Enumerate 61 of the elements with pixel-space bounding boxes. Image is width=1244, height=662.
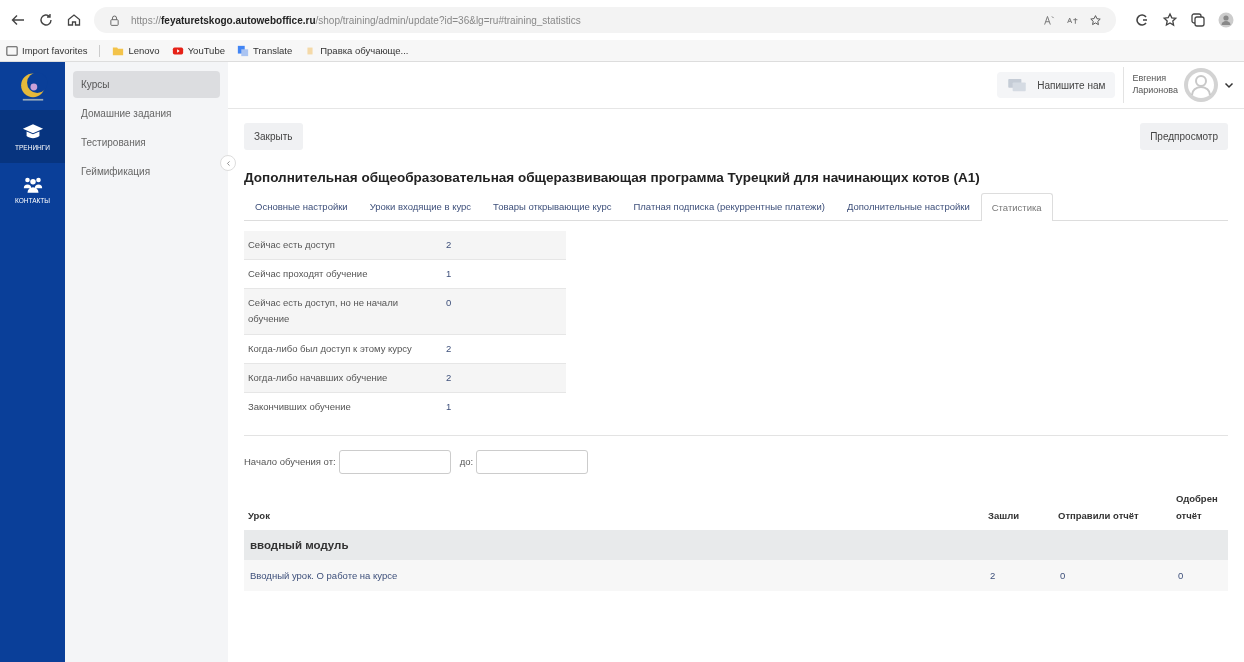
contact-button[interactable]: Напишите нам <box>997 72 1116 98</box>
stat-label: Когда-либо начавших обучение <box>244 363 442 393</box>
column-header: Урок <box>244 484 984 531</box>
user-name: Евгения Ларионова <box>1132 73 1178 97</box>
home-icon[interactable] <box>66 12 82 28</box>
sidebar-item[interactable]: Геймификация <box>73 158 220 185</box>
date-from-field[interactable] <box>338 450 451 474</box>
sidebar-item[interactable]: Домашние задания <box>73 100 220 127</box>
lesson-link[interactable]: Вводный урок. О работе на курсе <box>244 560 984 592</box>
column-header: Одобрен отчёт <box>1172 484 1228 531</box>
stat-value: 0 <box>442 288 566 335</box>
read-aloud-icon[interactable] <box>1043 13 1056 27</box>
tab[interactable]: Статистика <box>980 193 1053 221</box>
graduation-cap-icon <box>21 122 44 141</box>
stat-label: Сейчас есть доступ <box>244 231 442 260</box>
sidebar-item[interactable]: Тестирования <box>73 129 220 156</box>
translate-icon <box>237 44 249 57</box>
close-button[interactable]: Закрыть <box>244 123 303 150</box>
column-header: Отправили отчёт <box>1054 484 1172 531</box>
tab[interactable]: Основные настройки <box>244 193 359 220</box>
table-cell: 2 <box>984 560 1054 592</box>
user-menu[interactable]: Евгения Ларионова <box>1132 68 1234 102</box>
favorites-icon[interactable] <box>1162 12 1178 28</box>
favorite-add-icon[interactable] <box>1089 13 1102 27</box>
chevron-left-icon <box>224 159 232 167</box>
stat-value: 1 <box>442 392 566 421</box>
preview-button[interactable]: Предпросмотр <box>1140 123 1228 150</box>
date-to-field[interactable] <box>476 450 589 474</box>
address-bar[interactable]: https://feyaturetskogo.autoweboffice.ru/shop/training/admin/update?id=36&lg=ru#training_statistics <box>94 7 1116 33</box>
avatar-icon <box>1184 68 1218 102</box>
table-cell: 0 <box>1172 560 1228 592</box>
chat-icon <box>1007 78 1028 92</box>
bookmark[interactable]: YouTube <box>171 44 225 57</box>
tab[interactable]: Уроки входящие в курс <box>358 193 483 220</box>
filter-label: до: <box>459 456 474 468</box>
people-icon <box>21 175 44 194</box>
stat-label: Закончивших обучение <box>244 392 442 421</box>
bookmark[interactable]: Правка обучающе... <box>304 44 409 57</box>
back-icon[interactable] <box>10 12 26 28</box>
stat-value: 2 <box>442 363 566 393</box>
lock-icon <box>108 13 121 27</box>
chevron-down-icon <box>1224 80 1234 90</box>
refresh-icon[interactable] <box>38 12 54 28</box>
profile-icon[interactable] <box>1218 12 1234 28</box>
window-icon <box>6 44 18 57</box>
filter-label: Начало обучения от: <box>244 456 336 468</box>
url-text: https://feyaturetskogo.autoweboffice.ru/shop/training/admin/update?id=36&lg=ru#training_statistics <box>131 14 581 26</box>
column-header: Зашли <box>984 484 1054 531</box>
tab[interactable]: Товары открывающие курс <box>482 193 623 220</box>
table-cell: 0 <box>1054 560 1172 592</box>
stat-value: 2 <box>442 231 566 260</box>
tab[interactable]: Платная подписка (рекуррентные платежи) <box>622 193 836 220</box>
collections-icon[interactable] <box>1190 12 1206 28</box>
module-row: вводный модуль <box>244 530 1228 561</box>
bookmark[interactable]: Import favorites <box>6 44 88 57</box>
tab[interactable]: Дополнительные настройки <box>835 193 981 220</box>
course-title: Дополнительная общеобразовательная общеразвивающая программа Турецкий для начинающих котов (А1) <box>244 170 981 185</box>
bookmark[interactable]: Translate <box>237 44 293 57</box>
stat-label: Сейчас есть доступ, но не начали обучение <box>244 288 442 335</box>
sidebar-item[interactable]: Курсы <box>73 71 220 98</box>
bookmark[interactable]: Lenovo <box>112 44 160 57</box>
